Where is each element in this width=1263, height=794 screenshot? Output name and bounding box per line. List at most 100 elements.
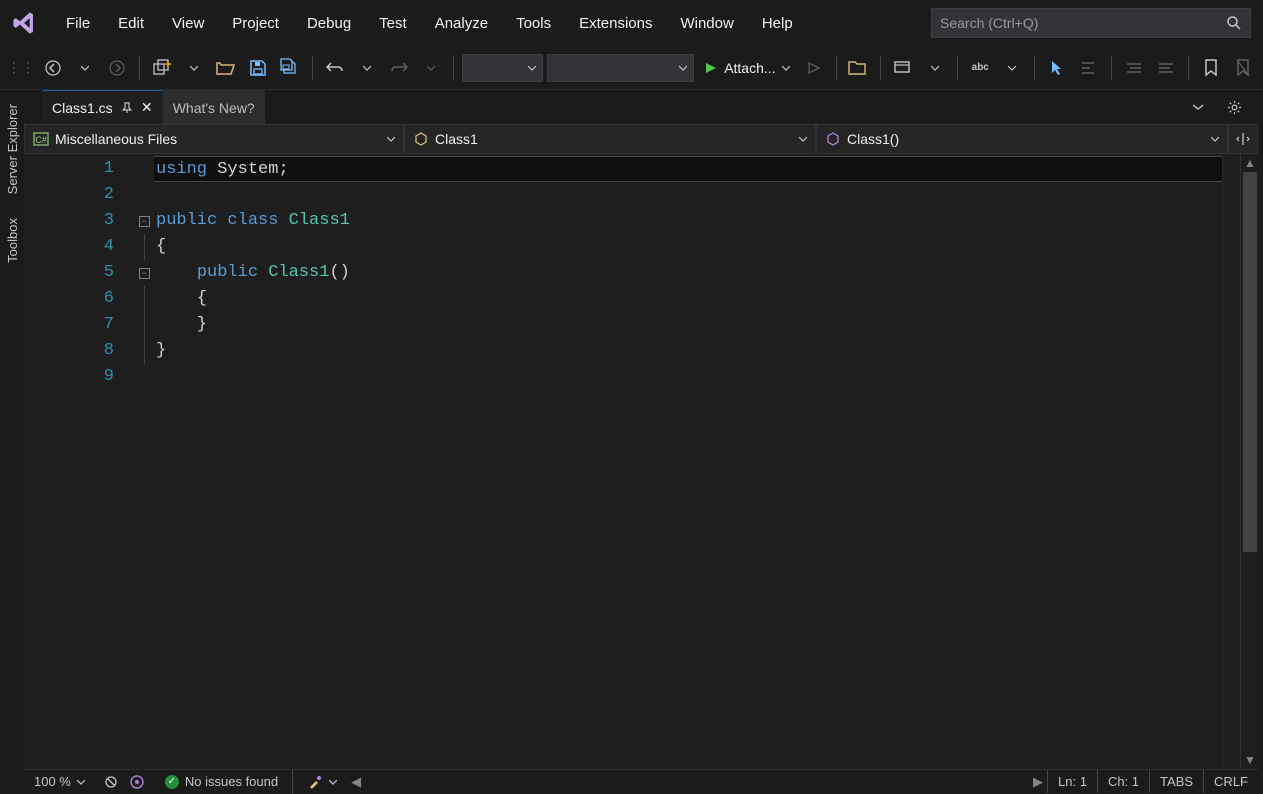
fold-toggle[interactable]: − bbox=[139, 216, 150, 227]
nav-back-button[interactable] bbox=[39, 54, 67, 82]
spellcheck-button[interactable]: abc bbox=[966, 54, 994, 82]
nav-back-dropdown[interactable] bbox=[71, 54, 99, 82]
open-file-button[interactable] bbox=[212, 54, 240, 82]
line-indicator[interactable]: Ln: 1 bbox=[1047, 770, 1097, 793]
new-project-button[interactable] bbox=[148, 54, 176, 82]
side-tabs: Server Explorer Toolbox bbox=[0, 90, 24, 793]
redo-dropdown[interactable] bbox=[417, 54, 445, 82]
code-line[interactable]: using System; bbox=[154, 156, 1222, 182]
scroll-left-icon[interactable]: ◀ bbox=[347, 774, 365, 790]
menu-file[interactable]: File bbox=[52, 9, 104, 38]
code-editor[interactable]: 123456789 − − using System; public class C… bbox=[24, 154, 1258, 769]
line-number-gutter: 123456789 bbox=[24, 154, 134, 769]
attach-button[interactable]: Attach... bbox=[698, 54, 795, 82]
navigation-bar: C# Miscellaneous Files Class1 Class1() bbox=[24, 124, 1258, 154]
format-button[interactable] bbox=[1075, 54, 1103, 82]
navbar-scope[interactable]: C# Miscellaneous Files bbox=[24, 124, 404, 154]
scroll-up-icon[interactable]: ▲ bbox=[1244, 156, 1256, 170]
close-icon[interactable]: ✕ bbox=[141, 102, 153, 114]
navbar-scope-label: Miscellaneous Files bbox=[55, 131, 177, 147]
tab-overflow-dropdown[interactable] bbox=[1184, 93, 1212, 121]
horizontal-scrollbar[interactable]: ◀ ▶ bbox=[347, 770, 1047, 793]
method-icon bbox=[825, 131, 841, 147]
issues-indicator[interactable]: ✓ No issues found bbox=[155, 770, 288, 793]
menu-edit[interactable]: Edit bbox=[104, 9, 158, 38]
attach-label: Attach... bbox=[724, 60, 775, 76]
line-number: 1 bbox=[24, 156, 134, 182]
scroll-right-icon[interactable]: ▶ bbox=[1029, 774, 1047, 790]
comment-button[interactable] bbox=[1120, 54, 1148, 82]
vertical-scrollbar[interactable]: ▲ ▼ bbox=[1240, 154, 1258, 769]
code-line[interactable] bbox=[154, 182, 1222, 208]
line-number: 7 bbox=[24, 312, 134, 338]
error-lens-icon[interactable] bbox=[105, 774, 123, 790]
start-without-debug-button[interactable] bbox=[800, 54, 828, 82]
browser-link-dropdown[interactable] bbox=[921, 54, 949, 82]
solution-platform-dropdown[interactable] bbox=[547, 54, 694, 82]
save-button[interactable] bbox=[244, 54, 272, 82]
menu-debug[interactable]: Debug bbox=[293, 9, 365, 38]
line-number: 6 bbox=[24, 286, 134, 312]
document-tabs: Class1.cs ✕ What's New? bbox=[24, 90, 1258, 124]
navbar-type[interactable]: Class1 bbox=[404, 124, 816, 154]
char-indicator[interactable]: Ch: 1 bbox=[1097, 770, 1149, 793]
fold-cell bbox=[134, 156, 154, 182]
code-content[interactable]: using System;public class Class1{ public… bbox=[154, 154, 1222, 769]
pin-icon[interactable] bbox=[121, 102, 133, 114]
fold-cell bbox=[134, 338, 154, 364]
fold-cell bbox=[134, 234, 154, 260]
indent-indicator[interactable]: TABS bbox=[1149, 770, 1203, 793]
new-project-dropdown[interactable] bbox=[180, 54, 208, 82]
fold-cell: − bbox=[134, 208, 154, 234]
side-tab-server-explorer[interactable]: Server Explorer bbox=[3, 98, 22, 200]
menu-help[interactable]: Help bbox=[748, 9, 807, 38]
menu-tools[interactable]: Tools bbox=[502, 9, 565, 38]
find-in-files-button[interactable] bbox=[844, 54, 872, 82]
spellcheck-dropdown[interactable] bbox=[998, 54, 1026, 82]
fold-toggle[interactable]: − bbox=[139, 268, 150, 279]
menu-analyze[interactable]: Analyze bbox=[421, 9, 502, 38]
menu-view[interactable]: View bbox=[158, 9, 218, 38]
svg-text:C#: C# bbox=[35, 135, 47, 145]
screwdriver-icon[interactable] bbox=[297, 770, 347, 793]
code-line[interactable]: { bbox=[154, 286, 1222, 312]
fold-cell bbox=[134, 364, 154, 390]
zoom-level[interactable]: 100 % bbox=[24, 770, 95, 793]
eol-indicator[interactable]: CRLF bbox=[1203, 770, 1258, 793]
cursor-icon[interactable] bbox=[1043, 54, 1071, 82]
code-line[interactable]: } bbox=[154, 338, 1222, 364]
tab-whats-new[interactable]: What's New? bbox=[163, 90, 265, 124]
solution-configuration-dropdown[interactable] bbox=[462, 54, 543, 82]
fold-cell bbox=[134, 182, 154, 208]
health-indicator-icon[interactable] bbox=[129, 774, 145, 790]
undo-button[interactable] bbox=[321, 54, 349, 82]
settings-gear-icon[interactable] bbox=[1220, 93, 1248, 121]
menu-project[interactable]: Project bbox=[218, 9, 293, 38]
code-line[interactable]: public Class1() bbox=[154, 260, 1222, 286]
code-line[interactable]: public class Class1 bbox=[154, 208, 1222, 234]
bookmark-clear-button[interactable] bbox=[1229, 54, 1257, 82]
menu-bar: FileEditViewProjectDebugTestAnalyzeTools… bbox=[0, 0, 1263, 46]
nav-forward-button[interactable] bbox=[103, 54, 131, 82]
split-editor-button[interactable] bbox=[1228, 124, 1258, 154]
menu-window[interactable]: Window bbox=[666, 9, 747, 38]
menu-test[interactable]: Test bbox=[365, 9, 421, 38]
tab-class1[interactable]: Class1.cs ✕ bbox=[42, 90, 163, 124]
redo-button[interactable] bbox=[385, 54, 413, 82]
code-line[interactable] bbox=[154, 364, 1222, 390]
scroll-down-icon[interactable]: ▼ bbox=[1244, 753, 1256, 767]
uncomment-button[interactable] bbox=[1152, 54, 1180, 82]
code-line[interactable]: { bbox=[154, 234, 1222, 260]
menu-extensions[interactable]: Extensions bbox=[565, 9, 666, 38]
save-all-button[interactable] bbox=[276, 54, 304, 82]
code-line[interactable]: } bbox=[154, 312, 1222, 338]
navbar-member[interactable]: Class1() bbox=[816, 124, 1228, 154]
browser-link-button[interactable] bbox=[889, 54, 917, 82]
tab-label: What's New? bbox=[173, 100, 255, 116]
scroll-thumb[interactable] bbox=[1243, 172, 1257, 552]
undo-dropdown[interactable] bbox=[353, 54, 381, 82]
bookmark-button[interactable] bbox=[1197, 54, 1225, 82]
side-tab-toolbox[interactable]: Toolbox bbox=[3, 212, 22, 269]
search-box[interactable]: Search (Ctrl+Q) bbox=[931, 8, 1251, 38]
vs-logo-icon bbox=[6, 5, 42, 41]
